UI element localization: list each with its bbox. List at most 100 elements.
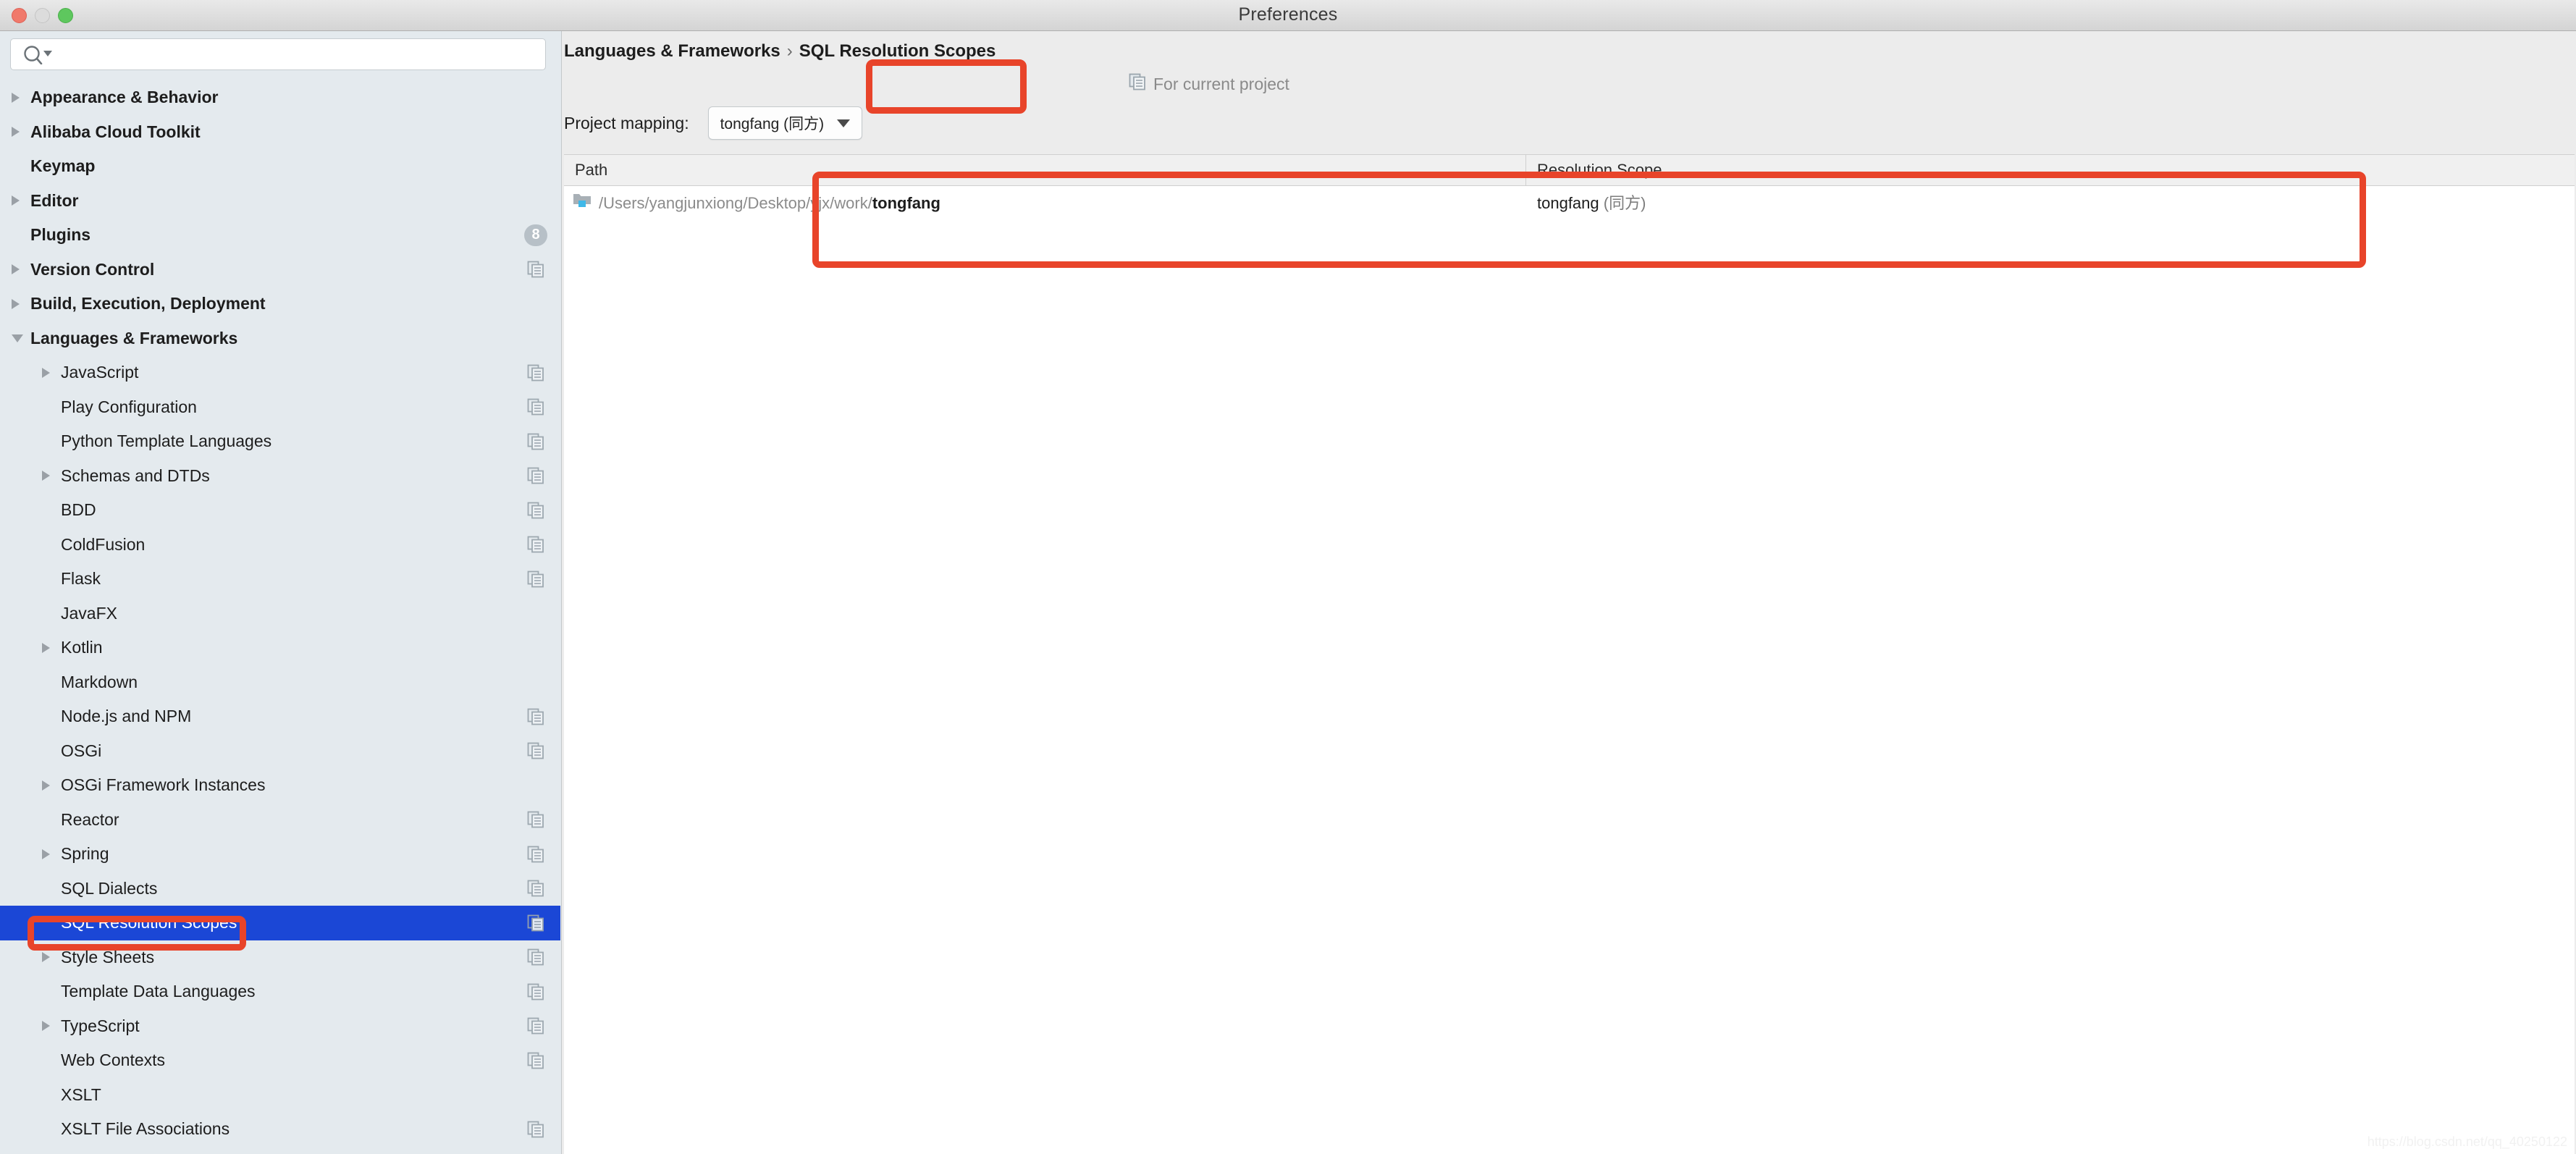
sidebar-item-bdd[interactable]: BDD xyxy=(0,493,560,528)
sidebar-item-play-configuration[interactable]: Play Configuration xyxy=(0,390,560,425)
project-scope-icon xyxy=(527,398,544,416)
sidebar-item-label: Markdown xyxy=(61,672,138,691)
sidebar-item-label: XSLT File Associations xyxy=(61,1119,230,1139)
project-scope-icon xyxy=(527,261,544,278)
project-mapping-dropdown[interactable]: tongfang (同方) xyxy=(707,106,863,140)
sidebar-item-javascript[interactable]: JavaScript xyxy=(0,355,560,390)
sidebar-item-schemas-and-dtds[interactable]: Schemas and DTDs xyxy=(0,459,560,494)
sidebar-item-reactor[interactable]: Reactor xyxy=(0,803,560,838)
sidebar-item-build-execution-deployment[interactable]: Build, Execution, Deployment xyxy=(0,287,560,321)
cell-resolution-scope[interactable]: tongfang (同方) xyxy=(1525,186,2575,221)
sidebar-item-node-js-and-npm[interactable]: Node.js and NPM xyxy=(0,699,560,734)
sidebar-item-label: Spring xyxy=(61,844,109,864)
chevron-down-icon[interactable] xyxy=(12,334,23,342)
path-name: tongfang xyxy=(872,194,940,212)
chevron-right-icon[interactable] xyxy=(42,642,50,653)
sidebar-item-label: Kotlin xyxy=(61,638,103,657)
sidebar-item-label: Languages & Frameworks xyxy=(30,328,238,348)
window-titlebar: Preferences xyxy=(0,0,2576,31)
sidebar-item-appearance-behavior[interactable]: Appearance & Behavior xyxy=(0,80,560,115)
project-scope-icon xyxy=(527,948,544,966)
sidebar-item-label: SQL Dialects xyxy=(61,878,158,898)
sidebar-item-languages-frameworks[interactable]: Languages & Frameworks xyxy=(0,321,560,356)
search-icon xyxy=(22,46,56,65)
project-scope-icon xyxy=(527,536,544,553)
column-header-path[interactable]: Path xyxy=(564,155,1525,185)
sidebar-item-javafx[interactable]: JavaFX xyxy=(0,597,560,631)
cell-path[interactable]: /Users/yangjunxiong/Desktop/yjx/work/ton… xyxy=(564,186,1525,221)
chevron-right-icon[interactable] xyxy=(12,298,20,309)
sidebar-item-flask[interactable]: Flask xyxy=(0,562,560,597)
chevron-right-icon[interactable] xyxy=(12,195,20,206)
sidebar-item-xslt[interactable]: XSLT xyxy=(0,1078,560,1113)
sidebar-item-label: Play Configuration xyxy=(61,397,197,416)
sidebar-item-kotlin[interactable]: Kotlin xyxy=(0,631,560,665)
project-mapping-row: Project mapping: tongfang (同方) xyxy=(564,106,863,140)
project-mapping-value: tongfang (同方) xyxy=(720,116,825,132)
chevron-right-icon[interactable] xyxy=(42,1021,50,1032)
project-scope-icon xyxy=(527,433,544,450)
sidebar-item-label: Alibaba Cloud Toolkit xyxy=(30,122,201,141)
sidebar-item-label: Style Sheets xyxy=(61,947,155,966)
sidebar-item-label: XSLT xyxy=(61,1084,101,1104)
sidebar-item-label: Build, Execution, Deployment xyxy=(30,294,266,313)
sidebar-item-keymap[interactable]: Keymap xyxy=(0,149,560,184)
sidebar-item-coldfusion[interactable]: ColdFusion xyxy=(0,528,560,563)
project-scope-icon xyxy=(527,708,544,725)
project-scope-icon xyxy=(527,502,544,519)
preferences-window: Preferences Appearance & Behavior Alibaba… xyxy=(0,0,2576,1154)
sidebar-item-label: Appearance & Behavior xyxy=(30,88,219,107)
for-current-project-label: For current project xyxy=(1129,73,1289,95)
project-scope-icon xyxy=(527,742,544,759)
path-prefix: /Users/yangjunxiong/Desktop/yjx/work/ xyxy=(599,194,872,212)
sidebar-item-label: Template Data Languages xyxy=(61,982,256,1001)
column-header-resolution-scope[interactable]: Resolution Scope xyxy=(1525,155,2575,185)
sidebar-item-label: OSGi xyxy=(61,741,102,760)
sidebar-item-label: Keymap xyxy=(30,156,96,176)
chevron-right-icon[interactable] xyxy=(42,367,50,378)
sidebar-item-label: TypeScript xyxy=(61,1016,140,1035)
for-current-project-text: For current project xyxy=(1153,74,1289,93)
sidebar-item-plugins[interactable]: Plugins 8 xyxy=(0,218,560,253)
sidebar-item-spring[interactable]: Spring xyxy=(0,837,560,872)
sidebar-item-label: ColdFusion xyxy=(61,534,146,554)
scope-text: tongfang (同方) xyxy=(1537,194,1646,212)
sidebar-item-style-sheets[interactable]: Style Sheets xyxy=(0,940,560,975)
chevron-right-icon[interactable] xyxy=(42,780,50,791)
chevron-right-icon[interactable] xyxy=(12,127,20,138)
sidebar-item-label: Reactor xyxy=(61,809,119,829)
project-scope-icon xyxy=(527,914,544,932)
sidebar-item-label: Flask xyxy=(61,569,101,589)
sidebar-item-label: SQL Resolution Scopes xyxy=(61,913,237,932)
sidebar-item-python-template-languages[interactable]: Python Template Languages xyxy=(0,424,560,459)
sidebar-item-web-contexts[interactable]: Web Contexts xyxy=(0,1043,560,1078)
breadcrumb-parent[interactable]: Languages & Frameworks xyxy=(564,41,780,61)
search-input[interactable] xyxy=(57,39,538,71)
chevron-right-icon[interactable] xyxy=(42,952,50,963)
sidebar-item-label: Schemas and DTDs xyxy=(61,466,210,485)
breadcrumb-current: SQL Resolution Scopes xyxy=(799,41,996,61)
chevron-right-icon[interactable] xyxy=(12,264,20,275)
resolution-scopes-table: Path Resolution Scope /Users/yangjunxion… xyxy=(564,154,2575,1154)
sidebar-item-version-control[interactable]: Version Control xyxy=(0,253,560,287)
sidebar-item-sql-dialects[interactable]: SQL Dialects xyxy=(0,872,560,906)
sidebar-item-sql-resolution-scopes[interactable]: SQL Resolution Scopes xyxy=(0,906,560,940)
chevron-right-icon[interactable] xyxy=(42,471,50,481)
sidebar-item-editor[interactable]: Editor xyxy=(0,184,560,219)
sidebar-item-xslt-file-associations[interactable]: XSLT File Associations xyxy=(0,1112,560,1147)
table-row[interactable]: /Users/yangjunxiong/Desktop/yjx/work/ton… xyxy=(564,186,2575,221)
sidebar-item-typescript[interactable]: TypeScript xyxy=(0,1009,560,1044)
chevron-right-icon[interactable] xyxy=(12,92,20,103)
sidebar-item-label: JavaFX xyxy=(61,603,117,623)
scope-suffix: (同方) xyxy=(1603,194,1646,212)
project-scope-icon xyxy=(527,364,544,382)
sidebar-item-markdown[interactable]: Markdown xyxy=(0,665,560,700)
sidebar-item-template-data-languages[interactable]: Template Data Languages xyxy=(0,974,560,1009)
sidebar-item-label: Plugins xyxy=(30,225,91,245)
project-scope-icon xyxy=(527,983,544,1001)
sidebar-item-osgi-framework-instances[interactable]: OSGi Framework Instances xyxy=(0,768,560,803)
sidebar-item-osgi[interactable]: OSGi xyxy=(0,734,560,769)
sidebar-item-alibaba-cloud-toolkit[interactable]: Alibaba Cloud Toolkit xyxy=(0,115,560,150)
search-box[interactable] xyxy=(10,38,546,71)
chevron-right-icon[interactable] xyxy=(42,848,50,859)
